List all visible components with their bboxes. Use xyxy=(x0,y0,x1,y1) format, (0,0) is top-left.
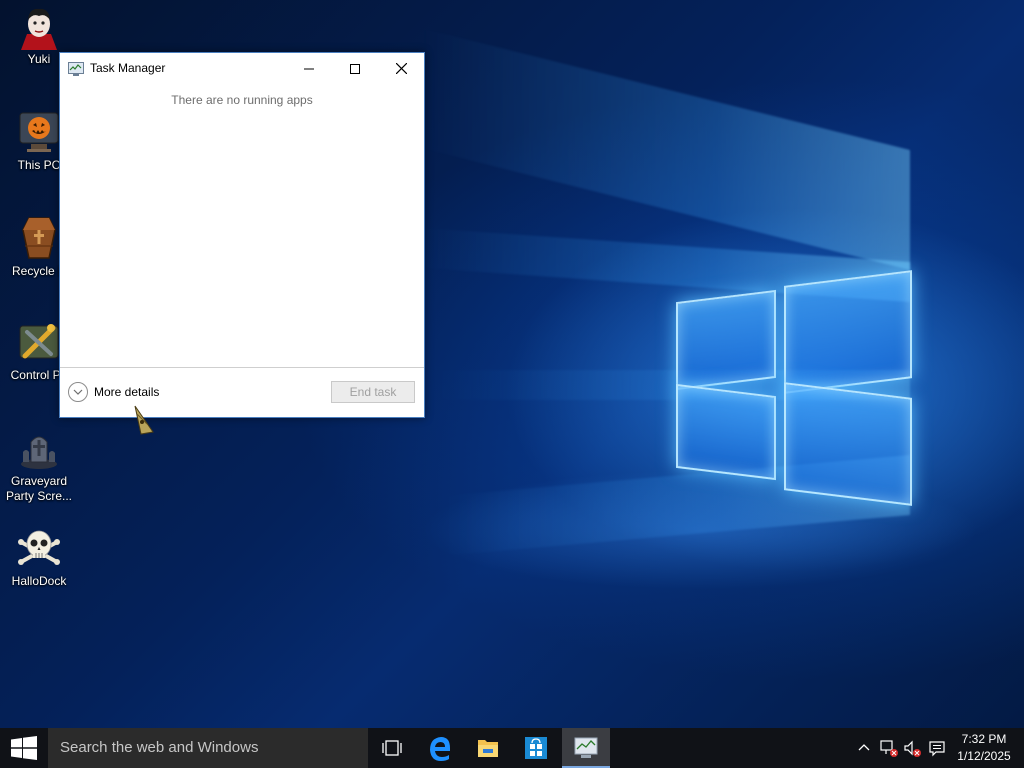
desktop-icon-hallodock[interactable]: HalloDock xyxy=(2,526,76,589)
footer-divider xyxy=(60,367,424,368)
store-button[interactable] xyxy=(512,728,560,768)
task-manager-icon xyxy=(574,737,598,758)
title-bar[interactable]: Task Manager xyxy=(60,53,424,83)
task-manager-taskbar-button[interactable] xyxy=(562,728,610,768)
tools-control-panel-icon xyxy=(17,320,61,364)
edge-browser-button[interactable] xyxy=(416,728,464,768)
volume-muted-icon[interactable] xyxy=(902,738,922,758)
windows-logo-icon xyxy=(11,736,37,760)
close-button[interactable] xyxy=(378,53,424,83)
window-title: Task Manager xyxy=(90,61,166,75)
search-box[interactable]: Search the web and Windows xyxy=(48,728,368,768)
task-manager-icon xyxy=(68,61,84,76)
file-explorer-icon xyxy=(478,740,498,757)
action-center-icon[interactable] xyxy=(927,738,947,758)
wallpaper-logo-pane xyxy=(676,383,776,481)
task-view-button[interactable] xyxy=(368,728,416,768)
clock-time: 7:32 PM xyxy=(961,732,1007,746)
wallpaper-logo-pane xyxy=(784,382,912,506)
pumpkin-computer-icon xyxy=(17,110,61,154)
clock[interactable]: 7:32 PM 1/12/2025 xyxy=(952,731,1016,765)
minimize-button[interactable] xyxy=(286,53,332,83)
no-running-apps-message: There are no running apps xyxy=(171,93,313,107)
desktop[interactable]: Yuki This PC Recycle B Control Pa Gravey… xyxy=(0,0,1024,728)
network-disconnected-icon[interactable] xyxy=(879,738,899,758)
wallpaper-logo-pane xyxy=(676,289,776,391)
coffin-recycle-bin-icon xyxy=(17,216,61,260)
more-details-label: More details xyxy=(94,385,160,399)
desktop-icon-label: Graveyard Party Scre... xyxy=(5,474,73,503)
edge-browser-icon xyxy=(430,737,450,761)
wallpaper-logo-pane xyxy=(784,270,912,394)
maximize-button[interactable] xyxy=(332,53,378,83)
end-task-button[interactable]: End task xyxy=(331,381,415,403)
taskbar: Search the web and Windows 7:32 PM 1/12/… xyxy=(0,728,1024,768)
task-manager-window[interactable]: Task Manager There are no running apps M… xyxy=(59,52,425,418)
desktop-icon-graveyard-party[interactable]: Graveyard Party Scre... xyxy=(2,426,76,504)
mouse-cursor xyxy=(131,404,157,438)
skull-crossbones-icon xyxy=(17,526,61,570)
clock-date: 1/12/2025 xyxy=(957,749,1011,763)
start-button[interactable] xyxy=(0,728,48,768)
chevron-down-icon xyxy=(68,382,88,402)
task-view-icon xyxy=(382,740,402,756)
store-icon xyxy=(525,737,547,759)
file-explorer-button[interactable] xyxy=(464,728,512,768)
chevron-up-icon[interactable] xyxy=(854,738,874,758)
vampire-avatar-icon xyxy=(17,4,61,50)
graveyard-screensaver-icon xyxy=(17,426,61,470)
desktop-icon-label: HalloDock xyxy=(11,574,67,588)
